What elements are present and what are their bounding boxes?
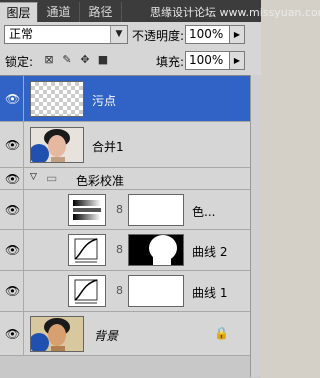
tab-layers[interactable]: 图层 <box>0 2 38 22</box>
fill-label: 填充: <box>156 55 185 69</box>
expand-triangle-icon[interactable]: ▽ <box>30 172 37 182</box>
eye-icon: 👁 <box>5 172 21 186</box>
lock-label: 锁定: <box>5 55 34 69</box>
eye-icon: 👁 <box>5 284 21 298</box>
lock-transparent-icon[interactable]: ⊠ <box>42 53 56 67</box>
link-icon[interactable]: 8 <box>116 284 123 297</box>
eye-icon: 👁 <box>5 327 21 341</box>
visibility-toggle[interactable]: 👁 <box>0 190 24 229</box>
layer-name: 背景 <box>94 329 119 343</box>
layer-row-curves-1[interactable]: 👁 8 曲线 1 <box>0 271 250 312</box>
group-name: 色彩校准 <box>76 174 125 188</box>
fill-arrow-icon[interactable]: ▶ <box>229 51 245 70</box>
blend-mode-value: 正常 <box>9 27 34 41</box>
layer-name: 曲线 2 <box>192 245 228 259</box>
eye-icon: 👁 <box>5 92 21 106</box>
layer-thumbnail <box>30 127 84 163</box>
tab-paths[interactable]: 路径 <box>80 2 122 22</box>
portrait-image <box>31 317 83 351</box>
visibility-toggle[interactable]: 👁 <box>0 76 24 121</box>
layer-name: 污点 <box>92 94 117 108</box>
curves-icon <box>74 238 98 263</box>
visibility-toggle[interactable]: 👁 <box>0 230 24 270</box>
blend-mode-select[interactable]: 正常 ▼ <box>4 25 128 44</box>
scrollbar[interactable] <box>250 75 261 377</box>
tab-channels[interactable]: 通道 <box>38 2 80 22</box>
adjustment-icon <box>68 275 106 307</box>
link-icon[interactable]: 8 <box>116 243 123 256</box>
visibility-toggle[interactable]: 👁 <box>0 122 24 167</box>
watermark: 思缘设计论坛 www.missyuan.com <box>150 6 320 19</box>
layer-name: 色... <box>192 205 216 219</box>
gradient-map-icon <box>73 200 101 220</box>
chevron-down-icon: ▼ <box>110 26 127 43</box>
layer-row-merged[interactable]: 👁 合并1 <box>0 122 250 168</box>
lock-brush-icon[interactable]: ✎ <box>60 53 74 67</box>
layer-mask-thumbnail <box>128 234 184 266</box>
lock-move-icon[interactable]: ✥ <box>78 53 92 67</box>
visibility-toggle[interactable]: 👁 <box>0 312 24 355</box>
layer-name: 合并1 <box>92 140 124 154</box>
layers-panel: 图层 通道 路径 思缘设计论坛 www.missyuan.com 正常 ▼ 不透… <box>0 0 320 378</box>
opacity-input[interactable]: 100% <box>185 25 230 44</box>
visibility-toggle[interactable]: 👁 <box>0 168 24 189</box>
layer-thumbnail <box>30 81 84 117</box>
tab-bar: 图层 通道 路径 思缘设计论坛 www.missyuan.com <box>0 0 320 22</box>
layer-row-curves-2[interactable]: 👁 8 曲线 2 <box>0 230 250 271</box>
layer-mask-thumbnail <box>128 194 184 226</box>
adjustment-icon <box>68 234 106 266</box>
layer-group-color-correction[interactable]: 👁 ▽ ▭ 色彩校准 <box>0 168 250 190</box>
eye-icon: 👁 <box>5 138 21 152</box>
opacity-arrow-icon[interactable]: ▶ <box>229 25 245 44</box>
eye-icon: 👁 <box>5 243 21 257</box>
layer-list: 👁 污点 👁 合并1 👁 ▽ ▭ 色彩校准 👁 8 色... 👁 8 曲线 2 … <box>0 75 261 378</box>
layer-thumbnail <box>30 316 84 352</box>
portrait-image <box>31 128 83 162</box>
layer-name: 曲线 1 <box>192 286 228 300</box>
curves-icon <box>74 279 98 304</box>
folder-icon: ▭ <box>46 171 58 185</box>
link-icon[interactable]: 8 <box>116 203 123 216</box>
layer-mask-thumbnail <box>128 275 184 307</box>
layer-row-adjustment[interactable]: 👁 8 色... <box>0 190 250 230</box>
opacity-label: 不透明度: <box>132 29 185 43</box>
adjustment-icon <box>68 194 106 226</box>
layer-row-spots[interactable]: 👁 污点 <box>0 76 250 122</box>
mask-image <box>129 235 183 265</box>
lock-all-icon[interactable]: ■ <box>96 53 110 67</box>
eye-icon: 👁 <box>5 203 21 217</box>
layer-row-background[interactable]: 👁 背景 🔒 <box>0 312 250 356</box>
visibility-toggle[interactable]: 👁 <box>0 271 24 311</box>
fill-input[interactable]: 100% <box>185 51 230 70</box>
lock-icon: 🔒 <box>214 326 229 340</box>
